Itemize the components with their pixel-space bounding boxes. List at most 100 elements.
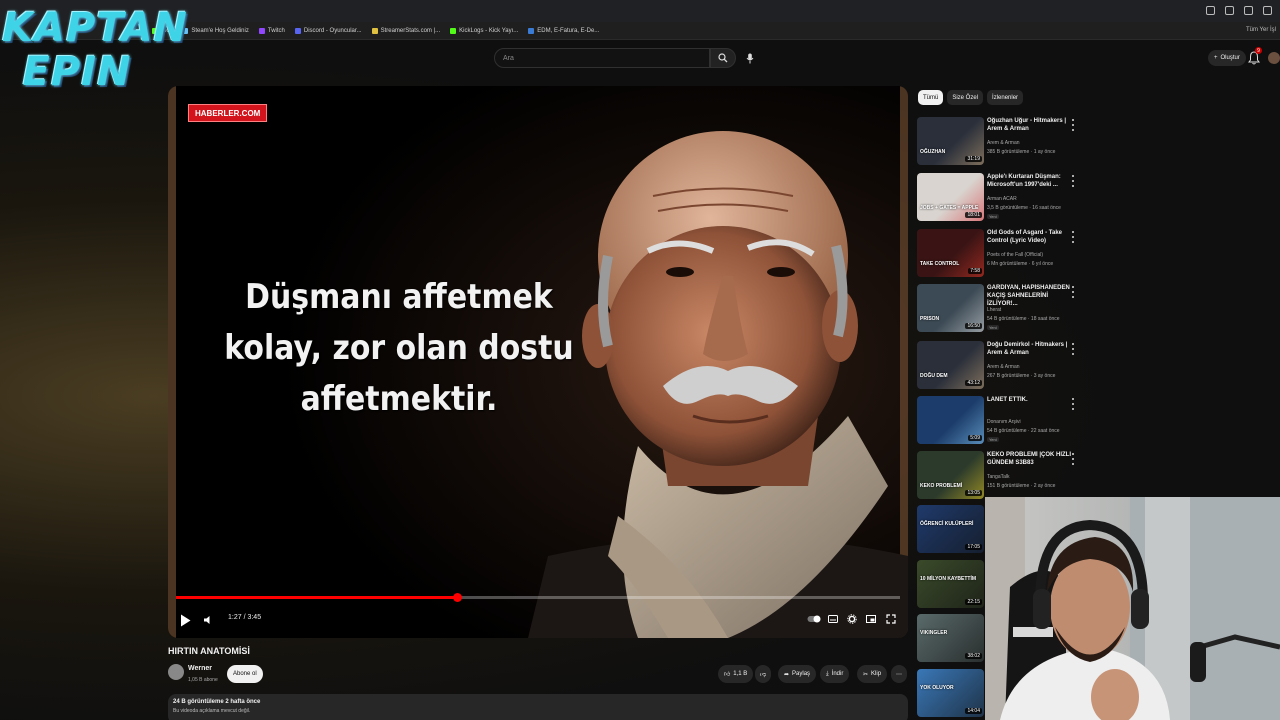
recommended-video-meta: 3,5 B görüntüleme · 16 saat önce — [987, 205, 1061, 211]
bookmark-favicon-icon — [371, 27, 378, 34]
notification-count-badge: 9 — [1255, 47, 1262, 54]
recommended-video[interactable]: DOĞU DEM 43:12 Doğu Demirkol - Hitmakers |… — [917, 341, 1087, 393]
profile-icon[interactable] — [1263, 6, 1272, 15]
recommended-video-title[interactable]: KEKO PROBLEMİ |ÇOK HIZLI GÜNDEM S3B83 — [987, 451, 1075, 467]
bookmark-favicon-icon — [294, 27, 301, 34]
recommended-video-title[interactable]: Apple'ı Kurtaran Düşman: Microsoft'un 19… — [987, 173, 1075, 189]
recommended-video-title[interactable]: LANET ETTİK. — [987, 396, 1075, 404]
download-button[interactable]: ⤓ İndir — [820, 665, 850, 683]
chip-all[interactable]: Tümü — [918, 90, 944, 105]
scrubber-handle[interactable] — [452, 593, 462, 602]
video-thumbnail[interactable]: 10 MİLYON KAYBETTİM 22:15 — [917, 560, 984, 608]
video-thumbnail[interactable]: DOĞU DEM 43:12 — [917, 341, 984, 389]
time-display: 1:27 / 3:45 — [228, 614, 262, 621]
more-options-icon[interactable] — [1071, 343, 1075, 355]
recommended-channel-name[interactable]: TangaTalk — [987, 474, 1010, 480]
all-bookmarks-link[interactable]: Tüm Yer İşl — [1246, 27, 1276, 33]
clip-button[interactable]: ✂ Klip — [857, 665, 888, 683]
recommended-video-meta: 6 Mn görüntüleme · 6 yıl önce — [987, 261, 1054, 267]
account-avatar[interactable] — [1268, 52, 1280, 64]
download-label: İndir — [831, 671, 844, 677]
recommended-video-title[interactable]: Doğu Demirkol - Hitmakers | Arem & Arman — [987, 341, 1075, 357]
recommended-video[interactable]: KEKO PROBLEMİ 13:05 KEKO PROBLEMİ |ÇOK HIZ… — [917, 451, 1087, 503]
more-options-icon[interactable] — [1071, 398, 1075, 410]
create-button[interactable]: + Oluştur — [1208, 50, 1246, 66]
recommended-video-title[interactable]: GARDİYAN, HAPİSHANEDEN KAÇIŞ SAHNELERİNİ… — [987, 284, 1075, 306]
extension-icon[interactable] — [1206, 6, 1215, 15]
video-thumbnail[interactable]: YOK OLUYOR 14:04 — [917, 669, 984, 717]
bookmark-item[interactable]: Twitch — [258, 27, 285, 34]
video-thumbnail[interactable]: KEKO PROBLEMİ 13:05 — [917, 451, 984, 499]
video-thumbnail[interactable]: PRISON 16:50 — [917, 284, 984, 332]
more-options-icon[interactable] — [1071, 175, 1075, 187]
voice-search-button[interactable] — [740, 48, 760, 68]
video-thumbnail[interactable]: OĞUZHAN 31:19 — [917, 117, 984, 165]
fullscreen-button[interactable] — [884, 612, 898, 626]
recommended-channel-name[interactable]: Arem & Arman — [987, 364, 1020, 370]
settings-button[interactable] — [845, 612, 859, 626]
progress-fill — [176, 596, 457, 599]
thumbnail-caption: PRISON — [920, 316, 940, 322]
fullscreen-icon — [886, 614, 896, 624]
recommended-video-title[interactable]: Old Gods of Asgard - Take Control (Lyric… — [987, 229, 1075, 245]
recommended-video[interactable]: PRISON 16:50 GARDİYAN, HAPİSHANEDEN KAÇIŞ … — [917, 284, 1087, 336]
video-thumbnail[interactable]: ÖĞRENCİ KULÜPLERİ 17:05 — [917, 505, 984, 553]
more-options-icon[interactable] — [1071, 231, 1075, 243]
video-thumbnail[interactable]: VIKINGLER 38:02 — [917, 614, 984, 662]
video-thumbnail[interactable]: JOBS + GATES = APPLE 18:01 — [917, 173, 984, 221]
star-icon[interactable] — [1225, 6, 1234, 15]
video-thumbnail[interactable]: TAKE CONTROL 7:58 — [917, 229, 984, 277]
recommended-channel-name[interactable]: Arman ACAR — [987, 196, 1017, 202]
bookmark-item[interactable]: Steam'e Hoş Geldiniz — [182, 27, 249, 34]
subtitles-icon — [828, 615, 838, 623]
bookmark-item[interactable]: EDM, E-Fatura, E-De... — [528, 27, 599, 34]
recommended-channel-name[interactable]: Donanım Arşivi — [987, 419, 1021, 425]
gear-icon — [847, 614, 857, 624]
chip-for-you[interactable]: Size Özel — [947, 90, 984, 105]
description-box[interactable]: 24 B görüntüleme 2 hafta önce Bu videoda… — [168, 694, 908, 720]
more-actions-button[interactable]: ⋯ — [891, 665, 907, 683]
quote-line: kolay, zor olan dostu — [224, 328, 574, 368]
recommended-channel-name[interactable]: Lherat — [987, 307, 1001, 313]
play-button[interactable] — [176, 610, 194, 630]
channel-name[interactable]: Werner — [188, 665, 212, 672]
video-player[interactable]: HABERLER.COM Düşmanı affetmek kolay, zor… — [168, 86, 908, 638]
recommended-channel-name[interactable]: Arem & Arman — [987, 140, 1020, 146]
chip-watched[interactable]: İzlenenler — [987, 90, 1024, 105]
new-badge: Yeni — [987, 437, 999, 442]
share-button[interactable]: ➦ Paylaş — [778, 665, 817, 683]
bookmark-item[interactable]: StreamerStats.com |... — [371, 27, 441, 34]
video-duration: 17:05 — [965, 544, 982, 550]
recommended-channel-name[interactable]: Poets of the Fall (Official) — [987, 252, 1043, 258]
subtitles-button[interactable] — [826, 612, 840, 626]
recommended-video[interactable]: TAKE CONTROL 7:58 Old Gods of Asgard - Tak… — [917, 229, 1087, 281]
search-button[interactable] — [710, 48, 736, 68]
bookmark-label: StreamerStats.com |... — [380, 27, 441, 34]
bookmark-item[interactable]: Discord - Oyuncular... — [294, 27, 362, 34]
quote-line: Düşmanı affetmek — [245, 277, 553, 317]
theater-mode-button[interactable] — [864, 612, 878, 626]
more-options-icon[interactable] — [1071, 453, 1075, 465]
subscribe-button[interactable]: Abone ol — [227, 665, 263, 683]
recommended-video-meta: 267 B görüntüleme · 3 ay önce — [987, 373, 1056, 379]
clip-label: Klip — [871, 671, 882, 677]
like-button[interactable]: 👍︎ 1,1 B — [718, 665, 754, 683]
more-options-icon[interactable] — [1071, 119, 1075, 131]
search-input[interactable]: Ara — [494, 48, 710, 68]
quote-line: affetmektir. — [300, 379, 498, 419]
autoplay-toggle[interactable] — [806, 613, 822, 625]
bookmark-item[interactable]: KickLogs - Kick Yayı... — [450, 27, 518, 34]
sidepanel-icon[interactable] — [1244, 6, 1253, 15]
download-icon: ⤓ — [826, 670, 829, 677]
video-thumbnail[interactable]: 5:09 — [917, 396, 984, 444]
recommended-video[interactable]: JOBS + GATES = APPLE 18:01 Apple'ı Kurtara… — [917, 173, 1087, 225]
video-duration: 14:04 — [965, 708, 982, 714]
more-options-icon[interactable] — [1071, 286, 1075, 298]
channel-avatar[interactable] — [168, 664, 184, 680]
volume-button[interactable] — [200, 612, 216, 628]
recommended-video[interactable]: 5:09 LANET ETTİK. Donanım Arşivi 54 B görün… — [917, 396, 1087, 448]
dislike-button[interactable]: 👎︎ — [755, 665, 772, 683]
recommended-video-title[interactable]: Oğuzhan Uğur - Hitmakers | Arem & Arman — [987, 117, 1075, 133]
recommended-video[interactable]: OĞUZHAN 31:19 Oğuzhan Uğur - Hitmakers | A… — [917, 117, 1087, 169]
progress-bar[interactable] — [176, 593, 900, 602]
